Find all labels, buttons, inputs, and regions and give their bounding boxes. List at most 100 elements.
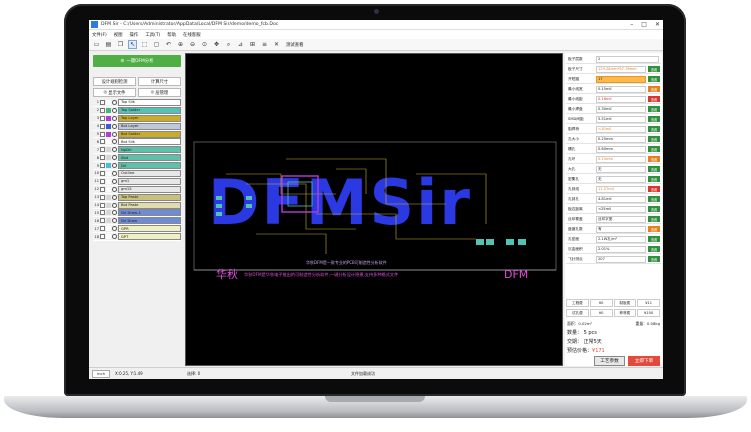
view-badge-button[interactable]: 查看 [648, 236, 660, 243]
calc-size-button[interactable]: 计算尺寸 [138, 77, 181, 86]
menu-online-service[interactable]: 在线客服 [183, 32, 201, 38]
layer-visibility-icon[interactable] [112, 202, 117, 208]
layer-row[interactable]: 13 Top Paste [93, 193, 181, 202]
layer-visibility-icon[interactable] [112, 234, 117, 240]
layer-color-swatch[interactable] [106, 99, 111, 105]
layer-checkbox[interactable] [100, 147, 105, 153]
pcb-canvas[interactable]: DFMSir 华秋 DFM 华秋DFM是一款专业的PCB可制造性分析软件 华秋D… [185, 53, 563, 366]
zoom-out-icon[interactable]: ⊖ [188, 40, 197, 49]
view-badge-button[interactable]: 查看 [648, 246, 660, 253]
layer-visibility-icon[interactable] [112, 210, 117, 216]
layer-color-swatch[interactable] [106, 123, 111, 129]
view-badge-button[interactable]: 查看 [648, 166, 660, 173]
layer-color-swatch[interactable] [106, 170, 111, 176]
layer-checkbox[interactable] [100, 131, 105, 137]
dfm-analyze-button[interactable]: ⚙ 一键DFM分析 [93, 55, 181, 67]
open-icon[interactable]: ▭ [92, 40, 101, 49]
cross-icon[interactable]: ✕ [272, 40, 281, 49]
view-badge-button[interactable]: 查看 [648, 176, 660, 183]
zoom-in-icon[interactable]: ⊕ [176, 40, 185, 49]
layer-color-swatch[interactable] [106, 178, 111, 184]
layer-checkbox[interactable] [100, 194, 105, 200]
view-badge-button[interactable]: 查看 [648, 116, 660, 123]
layer-row[interactable]: 4 Bot Layer [93, 122, 181, 131]
layer-checkbox[interactable] [100, 123, 105, 129]
layer-checkbox[interactable] [100, 210, 105, 216]
layer-color-swatch[interactable] [106, 115, 111, 121]
layer-visibility-icon[interactable] [112, 186, 117, 192]
layer-checkbox[interactable] [100, 218, 105, 224]
layer-color-swatch[interactable] [106, 202, 111, 208]
layer-visibility-icon[interactable] [112, 178, 117, 184]
layer-color-swatch[interactable] [106, 155, 111, 161]
view-badge-button[interactable]: 查看 [648, 186, 660, 193]
layer-visibility-icon[interactable] [112, 139, 117, 145]
layer-color-swatch[interactable] [106, 226, 111, 232]
layer-color-swatch[interactable] [106, 107, 111, 113]
menu-tools[interactable]: 工具(T) [145, 32, 160, 38]
ruler-icon[interactable]: ⊞ [248, 40, 257, 49]
pan-icon[interactable]: ✥ [212, 40, 221, 49]
view-badge-button[interactable]: 查看 [648, 106, 660, 113]
layer-checkbox[interactable] [100, 234, 105, 240]
layer-checkbox[interactable] [100, 163, 105, 169]
view-badge-button[interactable]: 查看 [648, 206, 660, 213]
menu-file[interactable]: 文件(F) [92, 32, 107, 38]
cursor-icon[interactable]: ↖ [128, 40, 137, 49]
layer-row[interactable]: 16 Drl Draw [93, 217, 181, 226]
layer-row[interactable]: 10 Outline [93, 169, 181, 178]
view-badge-button[interactable]: 查看 [648, 226, 660, 233]
layer-visibility-icon[interactable] [112, 218, 117, 224]
layer-color-swatch[interactable] [106, 186, 111, 192]
view-badge-button[interactable]: 查看 [648, 126, 660, 133]
layer-visibility-icon[interactable] [112, 123, 117, 129]
layer-color-swatch[interactable] [106, 163, 111, 169]
layer-visibility-icon[interactable] [112, 99, 117, 105]
process-params-button[interactable]: 工艺参数 [594, 356, 625, 366]
layer-row[interactable]: 18 GPT [93, 233, 181, 242]
layer-row[interactable]: 17 GPR [93, 225, 181, 234]
close-icon[interactable]: ✕ [655, 21, 660, 28]
view-badge-button[interactable]: 查看 [648, 76, 660, 83]
layer-color-swatch[interactable] [106, 147, 111, 153]
undo-icon[interactable]: ↶ [164, 40, 173, 49]
layer-checkbox[interactable] [100, 178, 105, 184]
layer-row[interactable]: 6 Bot Silk [93, 138, 181, 147]
layer-row[interactable]: 7 NpDrl [93, 146, 181, 155]
layer-visibility-icon[interactable] [112, 115, 117, 121]
layer-checkbox[interactable] [100, 99, 105, 105]
maximize-icon[interactable]: □ [641, 21, 647, 28]
layer-row[interactable]: 15 Drl Draw-1 [93, 209, 181, 218]
layer-row[interactable]: 3 Top Layer [93, 114, 181, 123]
layer-row[interactable]: 8 Slot [93, 154, 181, 163]
show-file-button[interactable]: ◎ 显示文件 [93, 88, 136, 97]
layer-color-swatch[interactable] [106, 218, 111, 224]
layer-row[interactable]: 14 Bot Paste [93, 201, 181, 210]
layer-checkbox[interactable] [100, 139, 105, 145]
layer-icon[interactable]: ≡ [260, 40, 269, 49]
layer-visibility-icon[interactable] [112, 226, 117, 232]
order-now-button[interactable]: 立即下单 [628, 356, 660, 366]
layer-visibility-icon[interactable] [112, 163, 117, 169]
toolbar-test-view[interactable]: 测试查看 [286, 42, 304, 48]
layer-color-swatch[interactable] [106, 210, 111, 216]
layer-color-swatch[interactable] [106, 139, 111, 145]
menu-view[interactable]: 视图 [114, 32, 123, 38]
layer-visibility-icon[interactable] [112, 131, 117, 137]
view-badge-button[interactable]: 查看 [648, 136, 660, 143]
view-badge-button[interactable]: 查看 [648, 96, 660, 103]
view-badge-button[interactable]: 查看 [648, 86, 660, 93]
view-badge-button[interactable]: 查看 [648, 216, 660, 223]
layer-visibility-icon[interactable] [112, 170, 117, 176]
select-icon[interactable]: ⬚ [140, 40, 149, 49]
menu-help[interactable]: 帮助 [167, 32, 176, 38]
menu-operate[interactable]: 操作 [130, 32, 139, 38]
layer-visibility-icon[interactable] [112, 107, 117, 113]
print-icon[interactable]: ▤ [104, 40, 113, 49]
layer-color-swatch[interactable] [106, 234, 111, 240]
layer-color-swatch[interactable] [106, 131, 111, 137]
layer-checkbox[interactable] [100, 226, 105, 232]
layer-row[interactable]: 1 Top Silk [93, 98, 181, 107]
layer-checkbox[interactable] [100, 170, 105, 176]
layer-row[interactable]: 5 Bot Solder [93, 130, 181, 139]
